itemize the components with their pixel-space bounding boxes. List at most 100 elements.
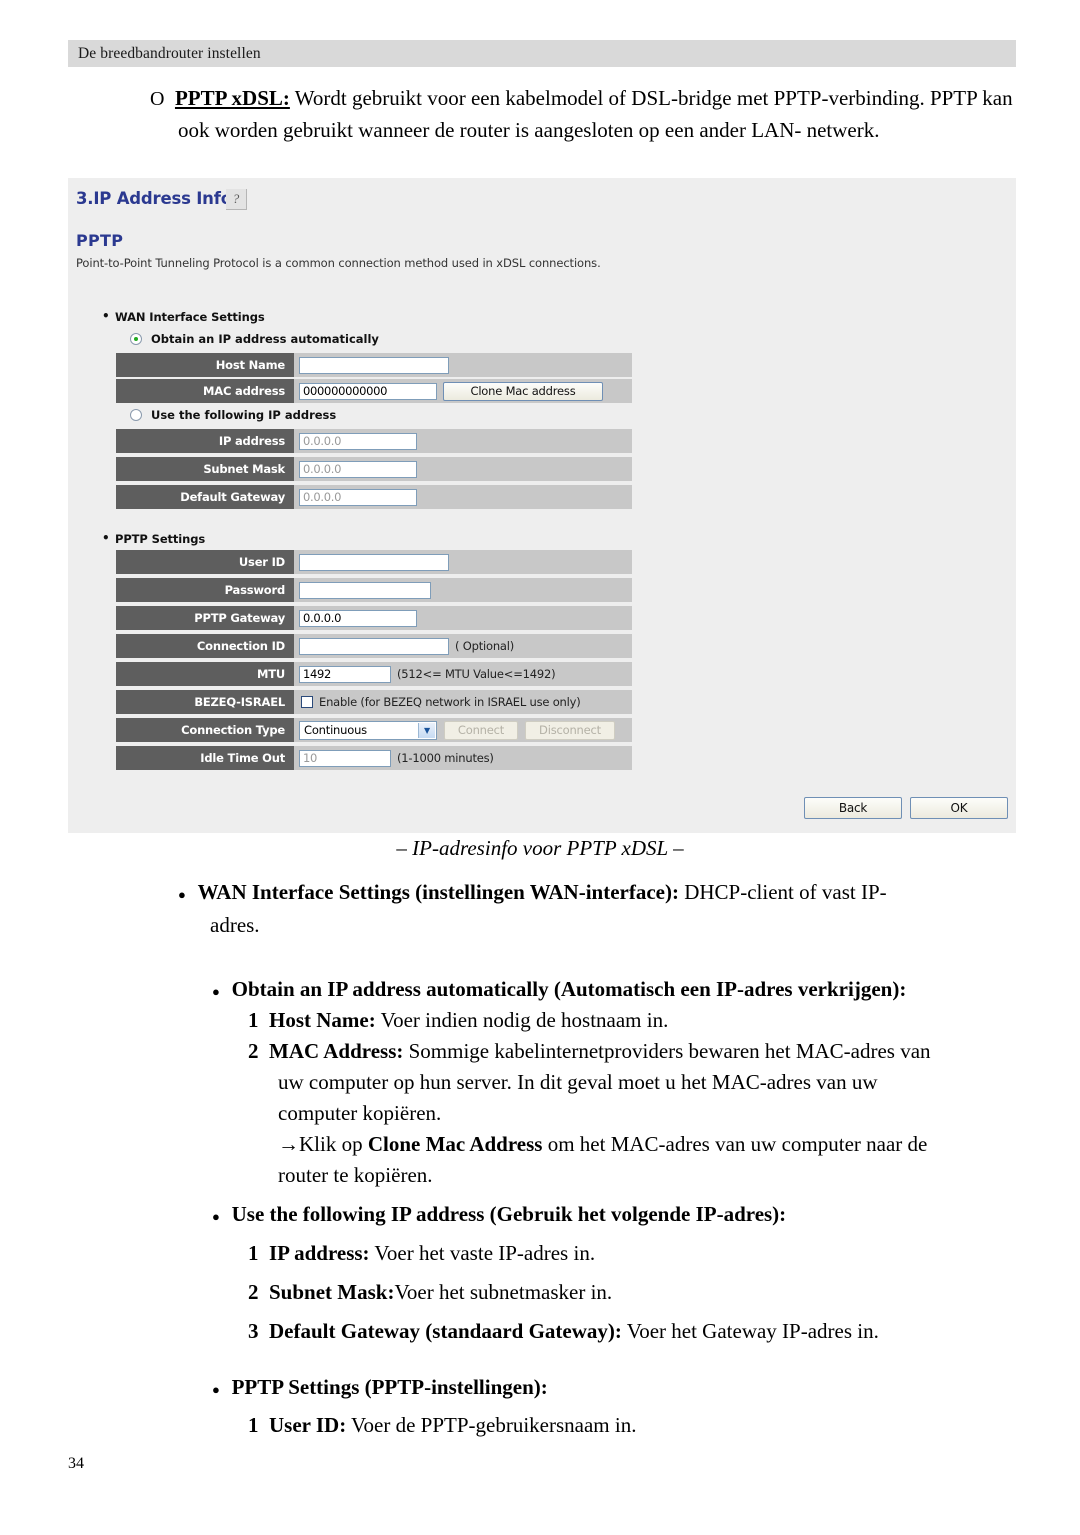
input-ip-address[interactable]: 0.0.0.0 <box>299 432 417 450</box>
intro-line1: Wordt gebruikt voor een kabelmodel of DS… <box>289 86 925 110</box>
input-mac-address[interactable]: 000000000000 <box>299 382 437 400</box>
label-user-id: User ID <box>116 550 294 574</box>
protocol-description: Point-to-Point Tunneling Protocol is a c… <box>76 256 601 270</box>
radio-label-manual: Use the following IP address <box>151 408 337 422</box>
bullet-wan-line2: adres. <box>210 913 260 937</box>
disconnect-button[interactable]: Disconnect <box>525 720 615 740</box>
bullet-pptp-bold: PPTP Settings (PPTP-instellingen): <box>231 1375 548 1399</box>
form-row-bezeq-israel: BEZEQ-ISRAEL Enable (for BEZEQ network i… <box>116 690 632 714</box>
item-gateway-rest: Voer het Gateway IP-adres in. <box>621 1319 879 1343</box>
label-bezeq-israel: BEZEQ-ISRAEL <box>116 690 294 714</box>
radio-icon-selected[interactable] <box>130 333 142 345</box>
back-button[interactable]: Back <box>804 797 902 819</box>
bullet-obtain-ip-auto: Obtain an IP address automatically (Auto… <box>212 974 1064 1007</box>
label-host-name: Host Name <box>116 353 294 377</box>
page-number: 34 <box>68 1455 84 1472</box>
select-connection-type-value: Continuous <box>304 723 367 737</box>
label-mac-address: MAC address <box>116 379 294 403</box>
input-subnet-mask[interactable]: 0.0.0.0 <box>299 460 417 478</box>
label-mtu: MTU <box>116 662 294 686</box>
numbered-item-host-name: 1 Host Name: Voer indien nodig de hostna… <box>248 1005 1068 1036</box>
form-row-connection-id: Connection ID ( Optional) <box>116 634 632 658</box>
item-host-name-bold: Host Name: <box>269 1008 376 1032</box>
numbered-item-user-id: 1 User ID: Voer de PPTP-gebruikersnaam i… <box>248 1410 1068 1441</box>
input-password[interactable] <box>299 581 431 599</box>
numbered-item-default-gateway: 3 Default Gateway (standaard Gateway): V… <box>248 1316 1068 1347</box>
input-host-name[interactable] <box>299 356 449 374</box>
label-idle-time-out: Idle Time Out <box>116 746 294 770</box>
num-1-b: 1 <box>248 1241 259 1265</box>
form-row-connection-type: Connection Type Continuous ▼ Connect Dis… <box>116 718 632 742</box>
radio-label-auto: Obtain an IP address automatically <box>151 332 379 346</box>
form-row-default-gateway: Default Gateway 0.0.0.0 <box>116 485 632 509</box>
protocol-title: PPTP <box>76 231 124 250</box>
label-subnet-mask: Subnet Mask <box>116 457 294 481</box>
input-mtu[interactable]: 1492 <box>299 665 391 683</box>
num-3-a: 3 <box>248 1319 259 1343</box>
select-connection-type[interactable]: Continuous ▼ <box>299 720 437 740</box>
form-row-subnet-mask: Subnet Mask 0.0.0.0 <box>116 457 632 481</box>
intro-paragraph: O PPTP xDSL: Wordt gebruikt voor een kab… <box>150 83 1015 146</box>
clone-mac-address-button[interactable]: Clone Mac address <box>443 381 603 401</box>
item-mac-arrow-line: →Klik op Clone Mac Address om het MAC-ad… <box>278 1129 1068 1160</box>
item-subnet-rest: Voer het subnetmasker in. <box>394 1280 613 1304</box>
input-default-gateway[interactable]: 0.0.0.0 <box>299 488 417 506</box>
item-subnet-bold: Subnet Mask: <box>269 1280 395 1304</box>
item-mac-arrow-post: om het MAC-adres van uw computer naar de <box>542 1132 928 1156</box>
input-idle-time-out[interactable]: 10 <box>299 749 391 767</box>
checkbox-bezeq-enable[interactable] <box>301 696 313 708</box>
item-gateway-bold: Default Gateway (standaard Gateway): <box>269 1319 622 1343</box>
input-connection-id[interactable] <box>299 637 449 655</box>
panel-title: 3.IP Address Info <box>76 189 232 208</box>
help-icon[interactable]: ? <box>226 189 247 210</box>
numbered-item-ip-address: 1 IP address: Voer het vaste IP-adres in… <box>248 1238 1068 1269</box>
bullet-wan-bold: WAN Interface Settings (instellingen WAN… <box>197 880 679 904</box>
radio-use-following-ip[interactable]: Use the following IP address <box>130 408 336 422</box>
bullet-wan-interface-settings: WAN Interface Settings (instellingen WAN… <box>178 877 1055 941</box>
bullet-use-following-ip: Use the following IP address (Gebruik he… <box>212 1199 1064 1232</box>
item-host-name-rest: Voer indien nodig de hostnaam in. <box>375 1008 669 1032</box>
numbered-item-mac-address: 2 MAC Address: Sommige kabelinternetprov… <box>248 1036 1068 1191</box>
item-mac-rest: Sommige kabelinternetproviders bewaren h… <box>403 1039 931 1063</box>
intro-line3: netwerk. <box>806 118 880 142</box>
ok-button[interactable]: OK <box>910 797 1008 819</box>
form-row-host-name: Host Name <box>116 353 632 377</box>
input-pptp-gateway[interactable]: 0.0.0.0 <box>299 609 417 627</box>
item-mac-arrow-line2: router te kopiëren. <box>278 1163 433 1187</box>
form-row-password: Password <box>116 578 632 602</box>
bullet-obtain-bold: Obtain an IP address automatically (Auto… <box>231 977 907 1001</box>
input-user-id[interactable] <box>299 553 449 571</box>
label-connection-type: Connection Type <box>116 718 294 742</box>
num-1-c: 1 <box>248 1413 259 1437</box>
form-row-mtu: MTU 1492 (512<= MTU Value<=1492) <box>116 662 632 686</box>
form-row-mac-address: MAC address 000000000000 Clone Mac addre… <box>116 379 632 403</box>
bullet-use-following-bold: Use the following IP address (Gebruik he… <box>231 1202 787 1226</box>
item-ip-bold: IP address: <box>269 1241 370 1265</box>
label-password: Password <box>116 578 294 602</box>
hint-connection-id: ( Optional) <box>455 639 515 653</box>
label-pptp-gateway: PPTP Gateway <box>116 606 294 630</box>
item-userid-rest: Voer de PPTP-gebruikersnaam in. <box>346 1413 637 1437</box>
item-userid-bold: User ID: <box>269 1413 347 1437</box>
item-mac-arrow-pre: →Klik op <box>278 1132 368 1156</box>
chevron-down-icon[interactable]: ▼ <box>418 722 435 738</box>
item-mac-line3: computer kopiëren. <box>278 1101 442 1125</box>
connect-button[interactable]: Connect <box>444 720 518 740</box>
numbered-item-subnet-mask: 2 Subnet Mask:Voer het subnetmasker in. <box>248 1277 1068 1308</box>
panel-action-buttons: Back OK <box>804 797 1008 819</box>
num-2-b: 2 <box>248 1280 259 1304</box>
label-connection-id: Connection ID <box>116 634 294 658</box>
item-mac-arrow-bold: Clone Mac Address <box>367 1132 543 1156</box>
hint-mtu: (512<= MTU Value<=1492) <box>397 667 556 681</box>
figure-caption: – IP-adresinfo voor PPTP xDSL – <box>396 836 684 860</box>
intro-list-marker: O <box>150 88 165 110</box>
radio-icon-unselected[interactable] <box>130 409 142 421</box>
bullet-wan-rest: DHCP-client of vast IP- <box>678 880 887 904</box>
running-header-text: De breedbandrouter instellen <box>78 44 261 62</box>
form-row-idle-time-out: Idle Time Out 10 (1-1000 minutes) <box>116 746 632 770</box>
form-row-ip-address: IP address 0.0.0.0 <box>116 429 632 453</box>
num-2-a: 2 <box>248 1039 259 1063</box>
item-mac-line2: uw computer op hun server. In dit geval … <box>278 1070 878 1094</box>
radio-obtain-ip-automatically[interactable]: Obtain an IP address automatically <box>130 332 379 346</box>
label-ip-address: IP address <box>116 429 294 453</box>
